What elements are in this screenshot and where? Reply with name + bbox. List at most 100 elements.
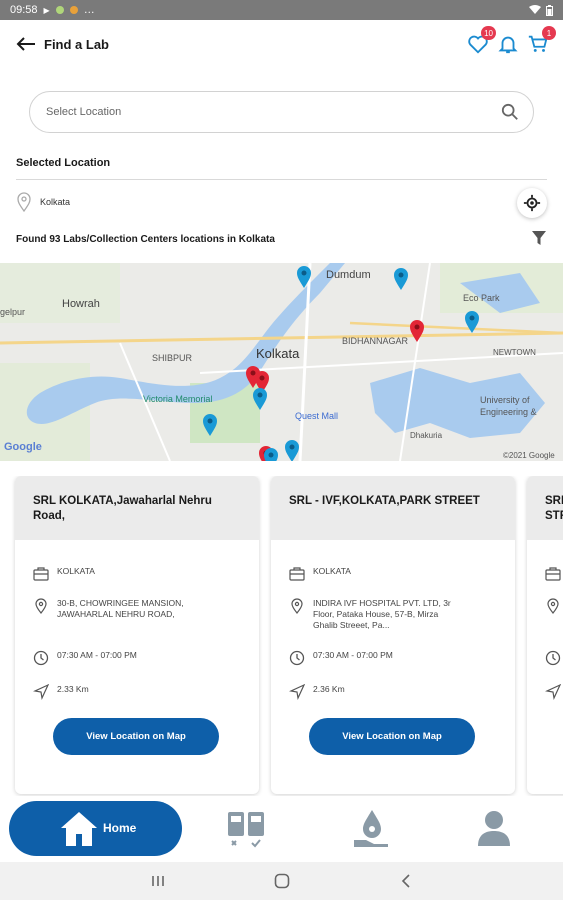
map-label-bidhannagar: BIDHANNAGAR (342, 336, 409, 346)
current-location-button[interactable] (517, 188, 547, 218)
location-search-box (29, 91, 534, 133)
location-pin-icon (17, 192, 31, 212)
divider (16, 179, 547, 180)
view-location-button[interactable]: View Location on Map (309, 718, 475, 755)
map-pin-blue[interactable] (393, 267, 409, 291)
lab-address: 30-B, CHOWRINGEE MANSION, JAWAHARLAL NEH… (57, 598, 184, 619)
map-label-howrah: Howrah (62, 298, 100, 310)
lab-card-title: SRL - IVF,KOLKATA,PARK STREET (271, 476, 515, 540)
clock-icon (545, 650, 561, 666)
status-time: 09:58 (10, 4, 38, 16)
filter-icon (532, 231, 546, 245)
status-bar: 09:58 ▶ … (0, 0, 563, 20)
back-system-button[interactable] (396, 871, 416, 891)
lab-city-row (545, 566, 563, 582)
lab-cards-carousel[interactable]: SRL KOLKATA,Jawaharlal Nehru Road, KOLKA… (0, 476, 563, 796)
map-copyright: ©2021 Google (503, 451, 555, 460)
view-location-button[interactable]: View Location on Map (53, 718, 219, 755)
map-label-university: University of Engineering & (480, 395, 537, 417)
lab-card-title: SRL STR (527, 476, 563, 540)
page-title: Find a Lab (44, 36, 109, 52)
gps-target-icon (523, 194, 541, 212)
briefcase-icon (545, 567, 561, 581)
home-circle-icon (274, 873, 290, 889)
bell-icon (498, 36, 518, 54)
lab-card-title: SRL KOLKATA,Jawaharlal Nehru Road, (15, 476, 259, 540)
map-label-gelpur: gelpur (0, 307, 26, 317)
profile-tab[interactable] (474, 808, 514, 848)
labs-map[interactable]: Dumdum Howrah Eco Park SHIBPUR Kolkata B… (0, 263, 563, 461)
lab-hours-row (545, 650, 563, 666)
google-logo: Google (4, 441, 42, 453)
map-pin-red[interactable] (409, 319, 425, 343)
briefcase-icon (33, 567, 49, 581)
lab-address-row (545, 598, 563, 614)
blood-drop-hand-icon (354, 810, 388, 847)
media-icon: ▶ (43, 5, 50, 15)
home-icon (61, 812, 97, 846)
map-pin-blue[interactable] (263, 447, 279, 461)
cart-button[interactable]: 1 (527, 26, 556, 55)
map-pin-blue[interactable] (284, 439, 300, 461)
lab-city-row: KOLKATA (289, 566, 505, 582)
selected-location-row: Kolkata (16, 188, 547, 218)
lab-distance-row: 2.36 Km (289, 684, 505, 700)
location-pin-icon (291, 598, 303, 614)
home-tab-label: Home (103, 821, 137, 835)
location-search-input[interactable] (46, 106, 501, 118)
app-notification-icon-2 (69, 6, 78, 14)
map-label-dhakuria: Dhakuria (410, 431, 443, 440)
search-icon[interactable] (501, 103, 519, 121)
map-pin-blue[interactable] (202, 413, 218, 437)
location-pin-icon (547, 598, 559, 614)
clock-icon (289, 650, 305, 666)
lab-hours-row: 07:30 AM - 07:00 PM (33, 650, 249, 666)
map-label-eco-park: Eco Park (463, 293, 500, 303)
recent-apps-button[interactable] (148, 871, 168, 891)
map-label-shibpur: SHIBPUR (152, 353, 193, 363)
clock-icon (33, 650, 49, 666)
map-label-victoria-memorial: Victoria Memorial (143, 394, 213, 404)
lab-distance-row (545, 684, 563, 700)
lab-city: KOLKATA (57, 566, 95, 576)
location-pin-icon (35, 598, 47, 614)
recent-apps-icon (152, 876, 164, 886)
reports-tab[interactable] (226, 808, 266, 848)
map-pin-blue[interactable] (252, 387, 268, 411)
home-system-button[interactable] (272, 871, 292, 891)
filter-button[interactable] (531, 230, 547, 251)
map-pin-blue[interactable] (296, 265, 312, 289)
arrow-left-icon (16, 37, 35, 51)
chevron-left-icon (401, 874, 410, 888)
lab-card-partial[interactable]: SRL STR (527, 476, 563, 794)
wishlist-badge: 10 (481, 26, 496, 40)
briefcase-icon (289, 567, 305, 581)
health-tab[interactable] (352, 808, 392, 848)
map-label-newtown: NEWTOWN (493, 348, 536, 357)
system-navigation-bar (0, 862, 563, 900)
lab-distance-row: 2.33 Km (33, 684, 249, 700)
navigation-arrow-icon (289, 684, 305, 700)
app-notification-icon (55, 6, 64, 14)
notifications-button[interactable] (497, 33, 519, 55)
cart-badge: 1 (542, 26, 556, 40)
home-tab[interactable]: Home (9, 801, 182, 856)
reports-compare-icon (228, 812, 264, 848)
lab-city: KOLKATA (313, 566, 351, 576)
map-label-quest-mall: Quest Mall (295, 411, 339, 421)
bottom-navigation: Home (0, 796, 563, 862)
lab-card[interactable]: SRL KOLKATA,Jawaharlal Nehru Road, KOLKA… (15, 476, 259, 794)
lab-city-row: KOLKATA (33, 566, 249, 582)
lab-card[interactable]: SRL - IVF,KOLKATA,PARK STREET KOLKATA IN… (271, 476, 515, 794)
map-label-kolkata: Kolkata (256, 346, 300, 361)
back-button[interactable] (14, 32, 38, 56)
header: Find a Lab 10 1 (0, 20, 563, 68)
map-label-dumdum: Dumdum (326, 269, 371, 281)
lab-distance: 2.33 Km (57, 684, 89, 694)
more-notifications-icon: … (83, 4, 95, 16)
user-icon (478, 811, 510, 846)
lab-hours-row: 07:30 AM - 07:00 PM (289, 650, 505, 666)
map-pin-blue[interactable] (464, 310, 480, 334)
wishlist-button[interactable]: 10 (467, 26, 496, 55)
results-count-text: Found 93 Labs/Collection Centers locatio… (16, 234, 275, 245)
